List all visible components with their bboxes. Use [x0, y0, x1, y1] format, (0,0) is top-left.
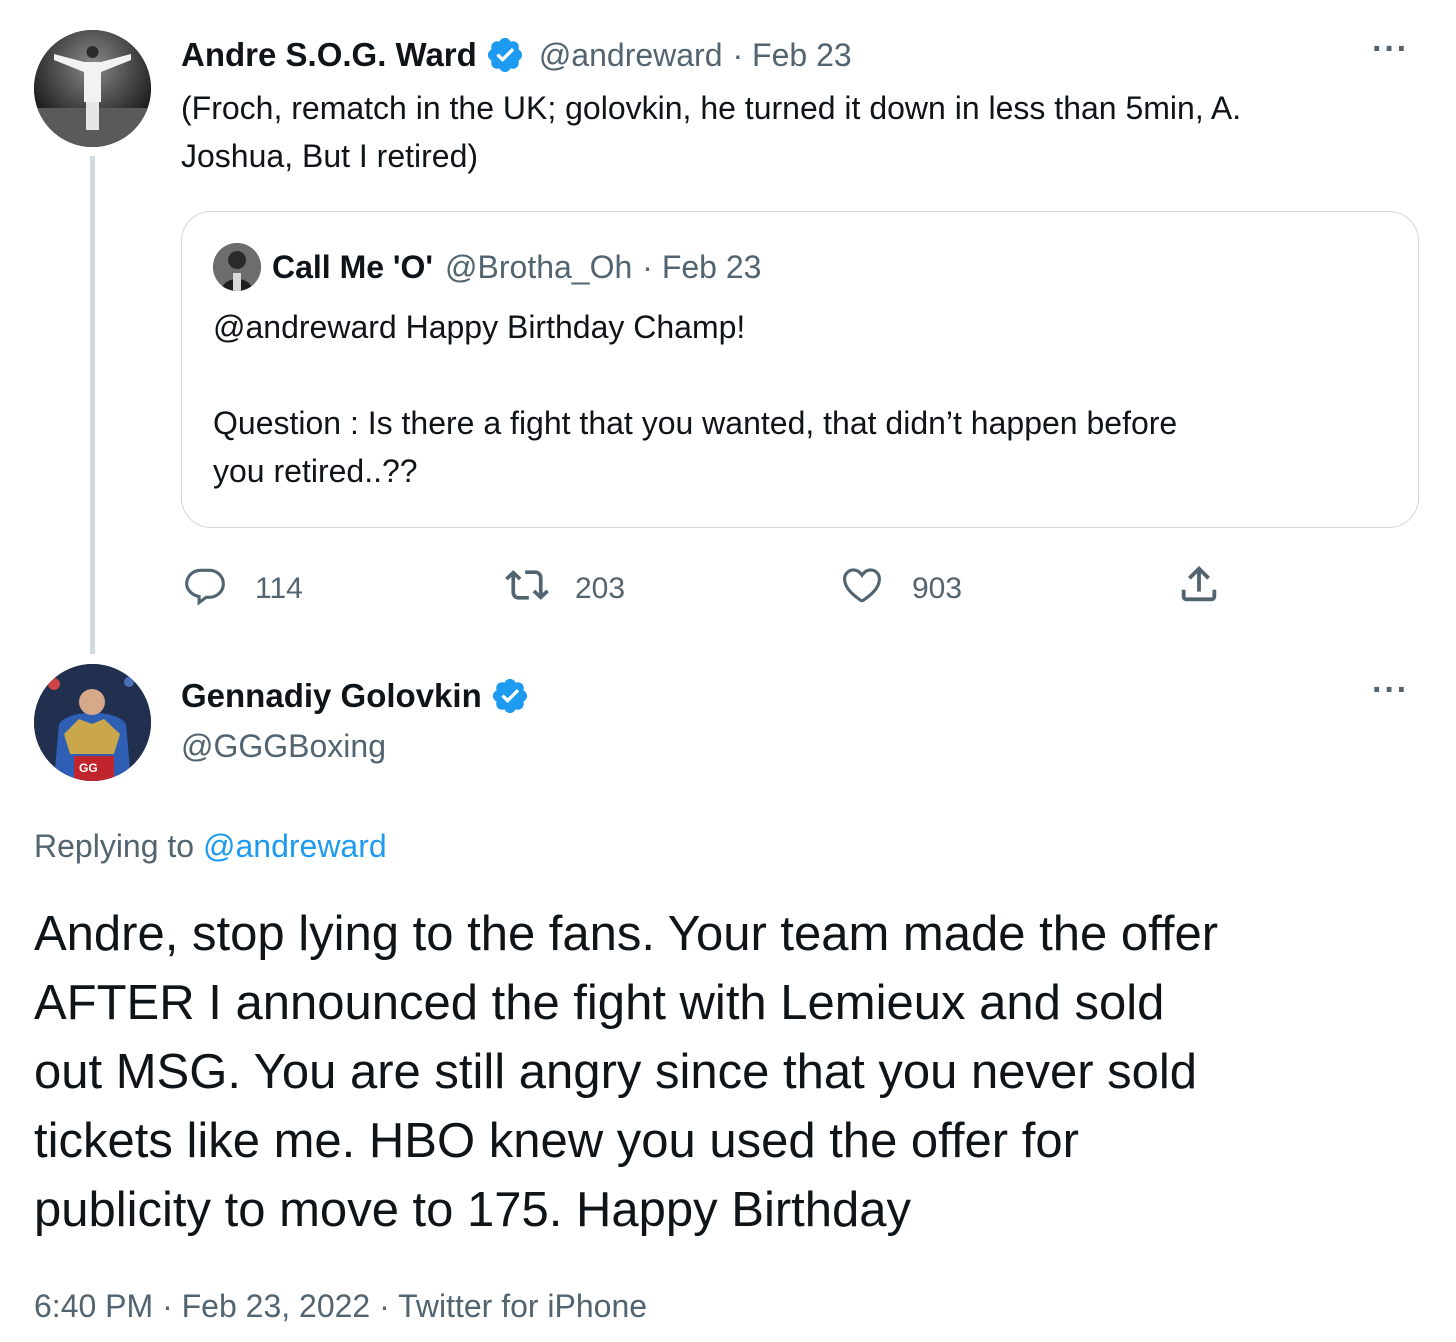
andre-ward-avatar[interactable]: [34, 30, 151, 147]
tweet2-text: Andre, stop lying to the fans. Your team…: [34, 900, 1434, 1245]
quoted-text-line2: Question : Is there a fight that you wan…: [213, 405, 1178, 441]
tweet2-header: Gennadiy Golovkin: [181, 672, 530, 720]
reply-icon: [183, 563, 227, 615]
tweet2-text-line: tickets like me. HBO knew you used the o…: [34, 1114, 1079, 1168]
quoted-author-name[interactable]: Call Me 'O': [272, 249, 433, 286]
tweet1-text: (Froch, rematch in the UK; golovkin, he …: [181, 84, 1431, 180]
heart-icon: [840, 563, 884, 615]
tweet1-date[interactable]: · Feb 23: [733, 37, 852, 74]
tweet1-header: Andre S.O.G. Ward @andreward · Feb 23: [181, 31, 852, 79]
verified-badge-icon: [490, 676, 530, 716]
retweet-button[interactable]: 203: [503, 563, 625, 615]
tweet2-author-name[interactable]: Gennadiy Golovkin: [181, 677, 482, 715]
tweet2-timestamp[interactable]: 6:40 PM · Feb 23, 2022 · Twitter for iPh…: [34, 1282, 647, 1330]
replying-to-prefix: Replying to: [34, 828, 195, 864]
tweet2-more-button[interactable]: ···: [1372, 671, 1409, 710]
thread-line: [90, 156, 95, 654]
ggg-avatar[interactable]: GG: [34, 664, 151, 781]
reply-button[interactable]: 114: [183, 563, 303, 615]
like-button[interactable]: 903: [840, 563, 962, 615]
tweet2-text-line: out MSG. You are still angry since that …: [34, 1045, 1198, 1099]
quoted-text-line3: you retired..??: [213, 453, 418, 489]
tweet1-text-line2: Joshua, But I retired): [181, 138, 479, 174]
quoted-author-handle[interactable]: @Brotha_Oh: [445, 249, 632, 286]
tweet1-more-button[interactable]: ···: [1372, 30, 1409, 69]
tweet1-author-handle[interactable]: @andreward: [539, 37, 723, 74]
quoted-tweet-header: Call Me 'O' @Brotha_Oh · Feb 23: [272, 243, 761, 291]
share-button[interactable]: [1176, 561, 1222, 612]
like-count: 903: [912, 572, 963, 605]
quoted-tweet-card[interactable]: Call Me 'O' @Brotha_Oh · Feb 23 @andrewa…: [181, 211, 1419, 528]
tweet2-text-line: AFTER I announced the fight with Lemieux…: [34, 976, 1165, 1030]
quoted-text-spacer: [213, 351, 1393, 399]
quoted-text-line1: @andreward Happy Birthday Champ!: [213, 309, 746, 345]
tweet2-text-line: Andre, stop lying to the fans. Your team…: [34, 907, 1219, 961]
replying-to-handle[interactable]: @andreward: [203, 828, 387, 864]
quoted-tweet-text: @andreward Happy Birthday Champ! Questio…: [213, 303, 1393, 495]
tweet2-text-line: publicity to move to 175. Happy Birthday: [34, 1183, 912, 1237]
reply-count: 114: [255, 572, 303, 605]
tweet1-author-name[interactable]: Andre S.O.G. Ward: [181, 36, 477, 74]
retweet-count: 203: [575, 572, 626, 605]
svg-text:GG: GG: [79, 761, 98, 775]
verified-badge-icon: [485, 35, 525, 75]
share-icon: [1176, 565, 1222, 611]
tweet1-text-line1: (Froch, rematch in the UK; golovkin, he …: [181, 90, 1242, 126]
quoted-date[interactable]: · Feb 23: [642, 249, 761, 286]
retweet-icon: [503, 563, 551, 615]
tweet2-author-handle[interactable]: @GGGBoxing: [181, 722, 386, 770]
replying-to: Replying to @andreward: [34, 822, 387, 870]
call-me-o-avatar[interactable]: [213, 243, 261, 291]
